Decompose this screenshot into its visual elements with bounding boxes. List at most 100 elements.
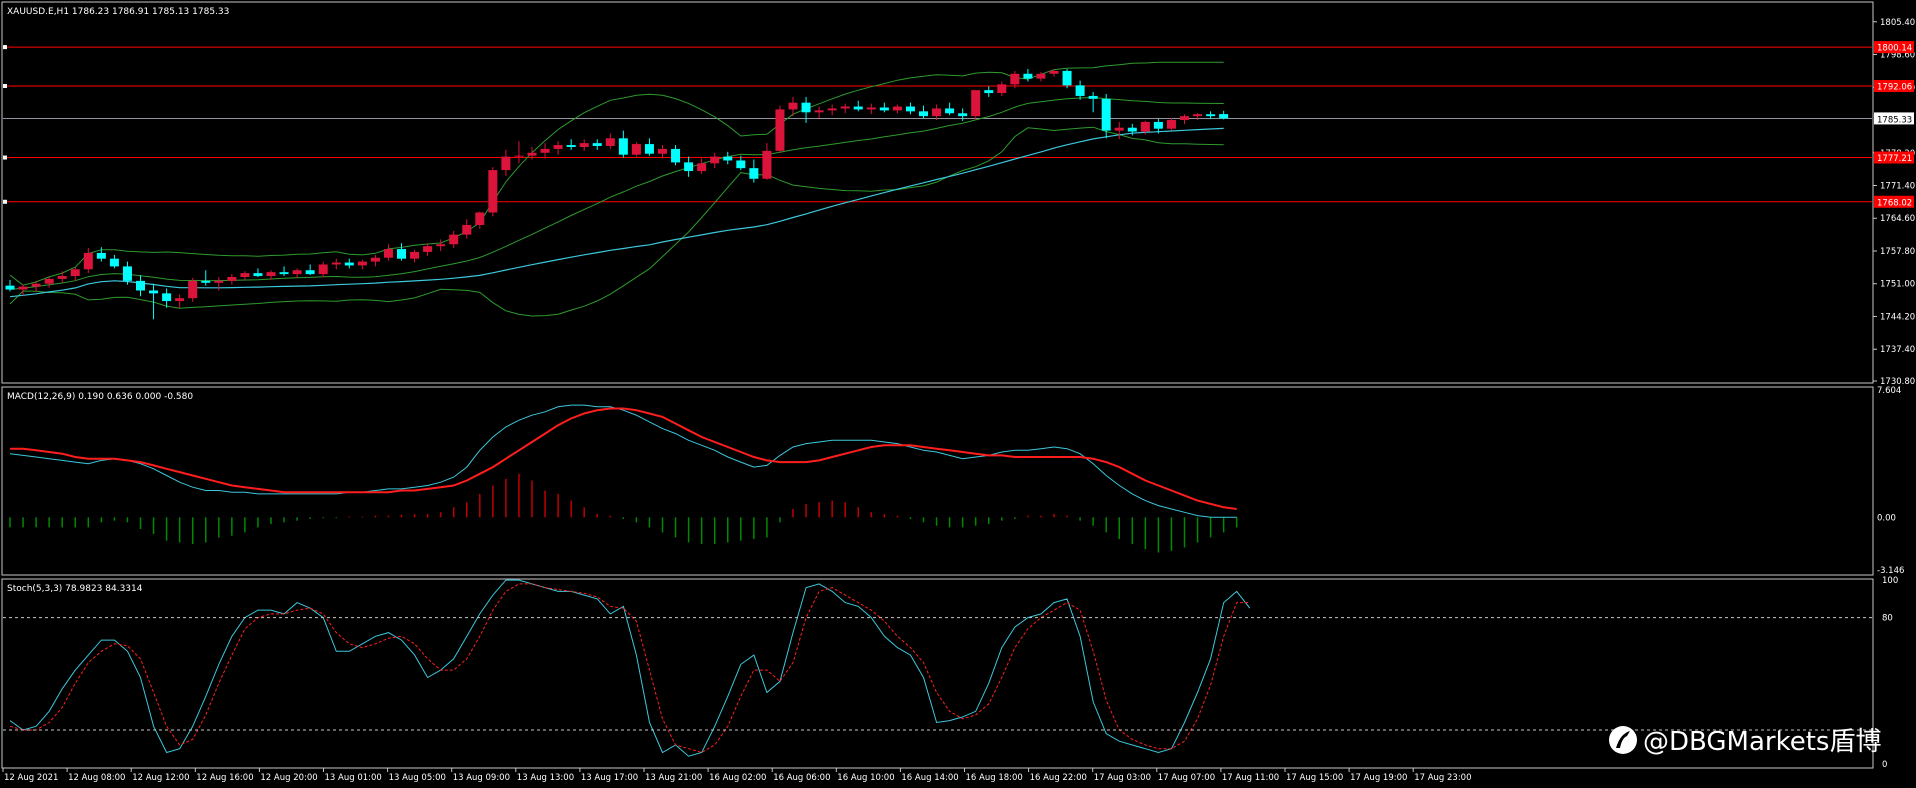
level-handle[interactable] (3, 45, 7, 50)
candle-body (1219, 114, 1229, 119)
candle-body (70, 269, 80, 277)
level-label: 1777.21 (1877, 154, 1912, 164)
candle-body (658, 148, 667, 154)
candle-body (840, 106, 850, 109)
candle-body (592, 143, 602, 147)
candle-body (188, 280, 198, 299)
time-label: 17 Aug 03:00 (1094, 773, 1151, 783)
candle-body (109, 258, 119, 267)
candle-body (1075, 85, 1085, 96)
time-label: 12 Aug 12:00 (132, 773, 189, 783)
level-handle[interactable] (3, 155, 7, 160)
time-label: 16 Aug 18:00 (966, 773, 1023, 783)
candle-body (501, 156, 511, 171)
candle-body (997, 84, 1007, 94)
mt4-chart[interactable]: 1805.401798.601791.801785.331778.201771.… (0, 0, 1916, 788)
time-label: 16 Aug 06:00 (773, 773, 830, 783)
time-label: 12 Aug 2021 (4, 773, 58, 783)
candle-body (984, 90, 994, 94)
stoch-scale-label: 100 (1882, 576, 1898, 586)
candle-body (357, 261, 367, 266)
candle-body (1193, 114, 1203, 117)
time-label: 16 Aug 14:00 (901, 773, 958, 783)
candle-body (1010, 73, 1020, 85)
candle-body (671, 148, 681, 163)
candle-body (305, 270, 315, 275)
price-tick-label: 1757.80 (1880, 247, 1915, 257)
level-label: 1768.02 (1877, 198, 1912, 208)
candle-body (788, 102, 798, 110)
candle-body (775, 109, 785, 151)
candle-body (227, 276, 237, 281)
candle-body (1180, 116, 1189, 121)
stoch-scale-label: 80 (1882, 614, 1893, 624)
candle-body (423, 246, 433, 252)
candle-body (318, 264, 328, 275)
candle-body (344, 262, 354, 266)
candle-body (1062, 70, 1072, 86)
level-handle[interactable] (3, 199, 7, 204)
candle-body (1114, 127, 1124, 131)
candle-body (175, 298, 185, 302)
candle-body (932, 108, 942, 117)
candle-body (201, 280, 211, 283)
current-price-label: 1785.33 (1877, 115, 1912, 125)
candle-body (397, 249, 406, 259)
candle-body (827, 108, 837, 111)
candle-body (436, 244, 446, 247)
candle-body (214, 280, 224, 283)
candle-body (644, 144, 654, 154)
main-panel-header: XAUUSD.E,H1 1786.23 1786.91 1785.13 1785… (7, 7, 229, 17)
candle-body (96, 252, 106, 259)
candle-body (801, 102, 811, 113)
candle-body (762, 150, 772, 179)
time-label: 16 Aug 02:00 (709, 773, 766, 783)
candle-body (1101, 98, 1111, 131)
candle-body (162, 293, 172, 302)
candle-body (723, 156, 733, 161)
macd-scale-label: 0.00 (1877, 513, 1896, 523)
level-handle[interactable] (3, 84, 7, 89)
candle-body (1036, 73, 1046, 79)
candle-body (122, 266, 132, 281)
price-tick-label: 1805.40 (1880, 18, 1915, 28)
candle-body (1206, 114, 1216, 117)
candle-body (1140, 121, 1150, 132)
time-label: 16 Aug 10:00 (837, 773, 894, 783)
candle-body (853, 106, 863, 110)
candle-body (866, 107, 876, 110)
time-label: 17 Aug 15:00 (1286, 773, 1343, 783)
candle-body (514, 155, 524, 157)
price-tick-label: 1771.40 (1880, 181, 1915, 191)
time-label: 12 Aug 16:00 (196, 773, 253, 783)
candle-body (1166, 120, 1176, 129)
candle-body (31, 283, 41, 287)
candle-body (462, 224, 472, 235)
time-label: 17 Aug 19:00 (1350, 773, 1407, 783)
time-label: 13 Aug 01:00 (325, 773, 382, 783)
time-label: 13 Aug 17:00 (581, 773, 638, 783)
candle-body (618, 138, 628, 155)
candle-body (879, 107, 889, 111)
time-label: 16 Aug 22:00 (1030, 773, 1087, 783)
candle-body (1153, 121, 1163, 129)
candle-body (240, 273, 250, 277)
price-tick-label: 1737.40 (1880, 345, 1915, 355)
candle-body (814, 110, 824, 113)
price-tick-label: 1764.60 (1880, 214, 1915, 224)
watermark: @DBGMarkets盾博 (1609, 726, 1881, 757)
stoch-panel-header: Stoch(5,3,3) 78.9823 84.3314 (7, 584, 143, 594)
watermark-text: @DBGMarkets盾博 (1643, 727, 1881, 757)
candle-body (1127, 127, 1137, 132)
time-label: 12 Aug 20:00 (260, 773, 317, 783)
candle-body (527, 152, 537, 156)
time-label: 17 Aug 07:00 (1158, 773, 1215, 783)
candle-body (749, 168, 759, 179)
candle-body (697, 163, 707, 172)
price-tick-label: 1751.00 (1880, 280, 1915, 290)
candle-body (253, 273, 263, 277)
candle-body (736, 160, 746, 169)
level-label: 1800.14 (1877, 44, 1912, 54)
macd-scale-label: 7.604 (1877, 386, 1901, 396)
candle-body (553, 145, 563, 149)
